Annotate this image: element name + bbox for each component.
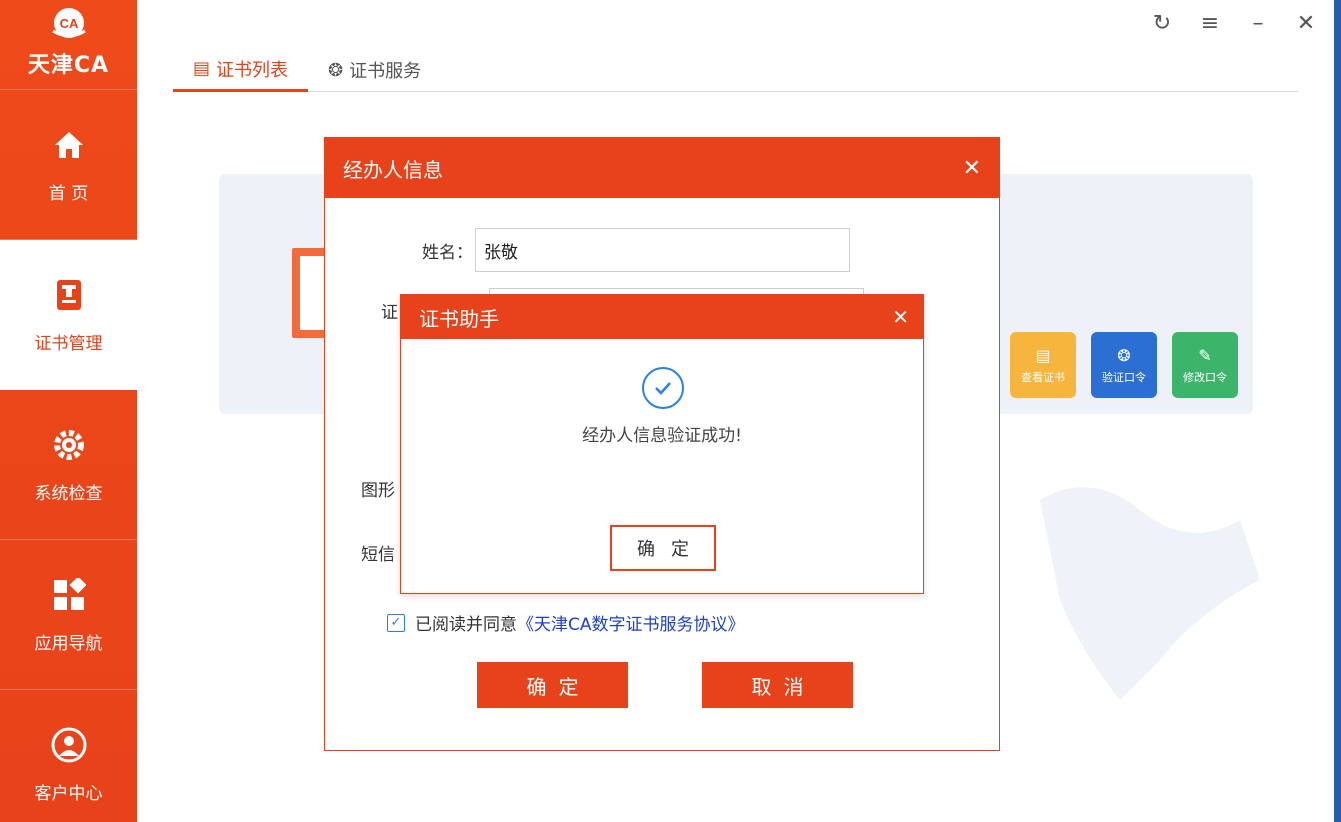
name-row: 姓名： 张敬 xyxy=(422,228,850,272)
badge-icon: ❂ xyxy=(328,59,344,81)
window-edge xyxy=(1334,0,1341,822)
minimize-icon[interactable]: – xyxy=(1245,10,1271,36)
dialog-title: 证书助手 xyxy=(419,306,499,331)
sidebar-item-label: 客户中心 xyxy=(34,784,103,804)
success-check-icon xyxy=(642,367,684,409)
dialog-header: 证书助手 ✕ xyxy=(401,295,923,339)
sidebar-item-cert-management[interactable]: 证书管理 xyxy=(0,240,137,390)
captcha-row: 图形 xyxy=(361,476,395,501)
confirm-button[interactable]: 确定 xyxy=(477,662,628,708)
close-icon[interactable]: ✕ xyxy=(1293,10,1319,36)
name-field[interactable]: 张敬 xyxy=(475,228,850,272)
logo-text: 天津CA xyxy=(27,52,110,78)
change-pin-label: 修改口令 xyxy=(1183,370,1227,384)
sidebar-item-system-check[interactable]: 系统检查 xyxy=(0,390,137,540)
gear-check-icon xyxy=(49,425,89,465)
agreement-link[interactable]: 《天津CA数字证书服务协议》 xyxy=(517,610,745,635)
sidebar-item-label: 首 页 xyxy=(48,184,89,204)
world-map-watermark xyxy=(1040,487,1260,700)
list-icon: ▤ xyxy=(193,58,211,79)
tab-label: 证书列表 xyxy=(216,59,289,81)
sidebar-item-label: 系统检查 xyxy=(34,484,103,504)
verify-pin-label: 验证口令 xyxy=(1102,370,1146,384)
close-icon[interactable]: ✕ xyxy=(892,305,909,329)
change-pin-button[interactable]: ✎ 修改口令 xyxy=(1172,332,1238,398)
view-cert-label: 查看证书 xyxy=(1021,370,1065,384)
cancel-button[interactable]: 取消 xyxy=(702,662,853,708)
home-icon xyxy=(49,125,89,165)
sms-row: 短信 xyxy=(361,540,395,565)
edit-icon: ✎ xyxy=(1198,345,1212,365)
sidebar-item-home[interactable]: 首 页 xyxy=(0,90,137,240)
sms-label: 短信 xyxy=(361,545,395,565)
dialog-title: 经办人信息 xyxy=(343,157,443,182)
dialog-header: 经办人信息 ✕ xyxy=(325,138,999,198)
certificate-icon xyxy=(49,275,89,315)
name-value: 张敬 xyxy=(484,242,518,263)
agreement-row: ✓ 已阅读并同意 《天津CA数字证书服务协议》 xyxy=(387,610,745,635)
logo-icon: CA xyxy=(51,7,86,38)
agree-text: 已阅读并同意 xyxy=(415,615,517,635)
document-icon: ▤ xyxy=(1035,345,1051,365)
app-logo: CA 天津CA xyxy=(0,0,137,90)
id-label: 证 xyxy=(381,303,398,323)
apps-icon xyxy=(49,575,89,615)
tab-bar: ▤ 证书列表 ❂ 证书服务 xyxy=(173,48,1298,92)
refresh-icon[interactable]: ↻ xyxy=(1149,10,1175,36)
id-row: 证 xyxy=(381,298,398,323)
captcha-label: 图形 xyxy=(361,481,395,501)
tab-cert-service[interactable]: ❂ 证书服务 xyxy=(308,48,441,92)
sidebar-item-app-nav[interactable]: 应用导航 xyxy=(0,540,137,690)
verify-pin-button[interactable]: ❂ 验证口令 xyxy=(1091,332,1157,398)
cert-helper-dialog: 证书助手 ✕ 经办人信息验证成功! 确定 xyxy=(400,294,924,594)
sidebar: CA 天津CA 首 页 证书管理 系统检查 应用导航 客户中心 xyxy=(0,0,137,822)
name-label: 姓名： xyxy=(422,242,473,263)
menu-icon[interactable]: ≡ xyxy=(1197,10,1223,36)
tab-label: 证书服务 xyxy=(349,61,422,82)
sidebar-item-customer-center[interactable]: 客户中心 xyxy=(0,690,137,822)
badge-icon: ❂ xyxy=(1117,345,1131,365)
window-controls: ↻ ≡ – ✕ xyxy=(1149,10,1319,36)
helper-confirm-button[interactable]: 确定 xyxy=(610,525,716,571)
close-icon[interactable]: ✕ xyxy=(963,156,981,181)
sidebar-item-label: 应用导航 xyxy=(34,634,103,654)
svg-text:CA: CA xyxy=(59,16,78,31)
view-cert-button[interactable]: ▤ 查看证书 xyxy=(1010,332,1076,398)
customer-icon xyxy=(49,725,89,765)
success-message: 经办人信息验证成功! xyxy=(582,426,742,446)
tab-cert-list[interactable]: ▤ 证书列表 xyxy=(173,48,309,92)
sidebar-item-label: 证书管理 xyxy=(34,334,103,354)
agree-checkbox[interactable]: ✓ xyxy=(387,613,405,632)
